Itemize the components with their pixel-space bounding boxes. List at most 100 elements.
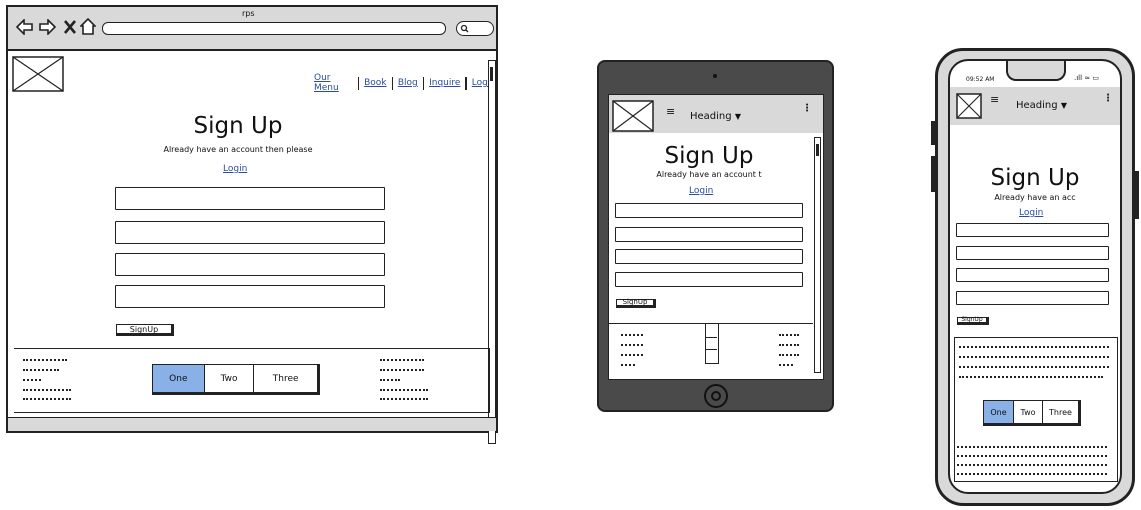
logo-placeholder-image xyxy=(612,100,654,132)
segment-two[interactable]: Two xyxy=(1014,401,1043,423)
body-text-line xyxy=(957,446,1107,449)
page-subtitle: Already have an acc xyxy=(994,193,1076,202)
footer-text-line xyxy=(779,354,799,357)
footer-text-line xyxy=(380,359,424,362)
signup-input-4[interactable] xyxy=(115,285,385,308)
segment-one[interactable]: One xyxy=(153,365,205,392)
more-options-icon[interactable]: ⋮ xyxy=(1103,93,1113,104)
page-title: Sign Up xyxy=(193,113,283,139)
signup-button[interactable]: SignUp xyxy=(116,324,174,336)
top-nav: Our Menu Book Blog Inquire Login xyxy=(314,73,496,93)
address-bar[interactable] xyxy=(102,22,446,35)
horizontal-scrollbar[interactable] xyxy=(8,417,496,431)
phone-header: ≡ Heading ▼ ⋮ xyxy=(950,87,1120,125)
segment-three[interactable]: Three xyxy=(1043,401,1078,423)
home-icon[interactable] xyxy=(80,18,96,35)
tablet-frame: ≡ Heading ▼ ⋮ Sign Up Already have an ac… xyxy=(597,60,834,412)
close-icon[interactable] xyxy=(64,20,76,34)
body-text-line xyxy=(959,346,1109,349)
signup-input-2[interactable] xyxy=(615,227,803,242)
page-title: Sign Up xyxy=(990,165,1080,191)
hamburger-menu-icon[interactable]: ≡ xyxy=(666,105,675,118)
nav-link-inquire[interactable]: Inquire xyxy=(429,78,460,88)
footer-text-line xyxy=(779,364,793,367)
footer-text-line xyxy=(23,398,71,401)
nav-link-our-menu[interactable]: Our Menu xyxy=(314,73,353,93)
signup-input-2[interactable] xyxy=(115,221,385,244)
phone-side-button xyxy=(931,121,935,145)
footer-text-line xyxy=(621,354,643,357)
body-text-line xyxy=(957,464,1107,467)
browser-toolbar: rps xyxy=(8,7,496,51)
signal-wifi-battery-icon: .ıll ≈ ▭ xyxy=(1074,74,1099,82)
footer-text-line xyxy=(779,344,799,347)
footer-text-line xyxy=(23,369,59,372)
footer-text-line xyxy=(621,344,643,347)
footer-text-line xyxy=(380,398,428,401)
nav-link-book[interactable]: Book xyxy=(364,78,386,88)
logo-placeholder-image xyxy=(956,93,982,119)
nav-link-blog[interactable]: Blog xyxy=(398,78,418,88)
home-button[interactable] xyxy=(704,384,728,408)
tablet-screen: ≡ Heading ▼ ⋮ Sign Up Already have an ac… xyxy=(608,94,824,380)
login-link[interactable]: Login xyxy=(689,186,713,196)
scrollbar-thumb[interactable] xyxy=(816,144,819,156)
footer: One Two Three xyxy=(14,348,490,413)
phone-screen: 09:52 AM .ıll ≈ ▭ ≡ Heading ▼ ⋮ Sign Up … xyxy=(948,59,1122,494)
signup-button[interactable]: SignUp xyxy=(616,299,656,308)
phone-notch xyxy=(1006,61,1066,81)
signup-button[interactable]: SignUp xyxy=(957,317,989,325)
dropdown-caret-icon: ▼ xyxy=(734,112,741,121)
header-heading-label: Heading xyxy=(1016,100,1058,111)
forward-arrow-icon[interactable] xyxy=(38,19,56,35)
tablet-footer xyxy=(609,323,813,379)
phone-frame: 09:52 AM .ıll ≈ ▭ ≡ Heading ▼ ⋮ Sign Up … xyxy=(931,48,1139,506)
footer-text-line xyxy=(621,364,635,367)
signup-input-1[interactable] xyxy=(956,223,1109,237)
nav-divider xyxy=(465,76,467,90)
signup-input-4[interactable] xyxy=(615,272,803,287)
signup-input-2[interactable] xyxy=(956,246,1109,260)
segmented-control: One Two Three xyxy=(152,364,320,395)
signup-input-3[interactable] xyxy=(115,253,385,276)
segment-one[interactable]: One xyxy=(984,401,1014,423)
nav-divider xyxy=(422,76,425,90)
login-link[interactable]: Login xyxy=(223,164,247,174)
browser-window: rps Our Menu Book Blog Inquire Login Sig… xyxy=(6,5,498,444)
signup-input-1[interactable] xyxy=(115,187,385,210)
page-subtitle: Already have an account t xyxy=(656,170,762,179)
segmented-control: One Two Three xyxy=(983,400,1081,426)
scrollbar-thumb[interactable] xyxy=(490,67,493,81)
nav-divider xyxy=(357,76,360,90)
signup-input-3[interactable] xyxy=(956,268,1109,282)
segment-three[interactable]: Three xyxy=(254,365,317,392)
vertical-segmented-control[interactable] xyxy=(705,324,719,364)
hamburger-menu-icon[interactable]: ≡ xyxy=(990,93,999,106)
body-text-line xyxy=(959,356,1109,359)
segment-two[interactable]: Two xyxy=(204,365,255,392)
search-field[interactable] xyxy=(456,21,494,36)
tablet-scrollbar[interactable] xyxy=(814,137,821,373)
header-heading[interactable]: Heading ▼ xyxy=(1016,100,1067,111)
footer-text-line xyxy=(380,389,428,392)
dropdown-caret-icon: ▼ xyxy=(1060,101,1067,110)
more-options-icon[interactable]: ⋮ xyxy=(802,103,812,114)
tablet-header: ≡ Heading ▼ ⋮ xyxy=(609,95,823,133)
login-link[interactable]: Login xyxy=(1019,208,1043,218)
footer-text-line xyxy=(779,334,799,337)
header-heading[interactable]: Heading ▼ xyxy=(690,111,741,122)
phone-side-button xyxy=(931,156,935,192)
body-text-line xyxy=(957,455,1107,458)
search-icon xyxy=(460,24,469,33)
footer-text-line xyxy=(380,369,424,372)
nav-divider xyxy=(391,76,393,90)
page-subtitle: Already have an account then please xyxy=(163,145,313,154)
body-text-line xyxy=(959,366,1109,369)
signup-input-3[interactable] xyxy=(615,249,803,264)
phone-side-button xyxy=(1135,171,1139,219)
status-time: 09:52 AM xyxy=(966,76,995,83)
back-arrow-icon[interactable] xyxy=(16,19,34,35)
signup-input-4[interactable] xyxy=(956,291,1109,305)
window-title: rps xyxy=(242,9,255,18)
signup-input-1[interactable] xyxy=(615,203,803,218)
